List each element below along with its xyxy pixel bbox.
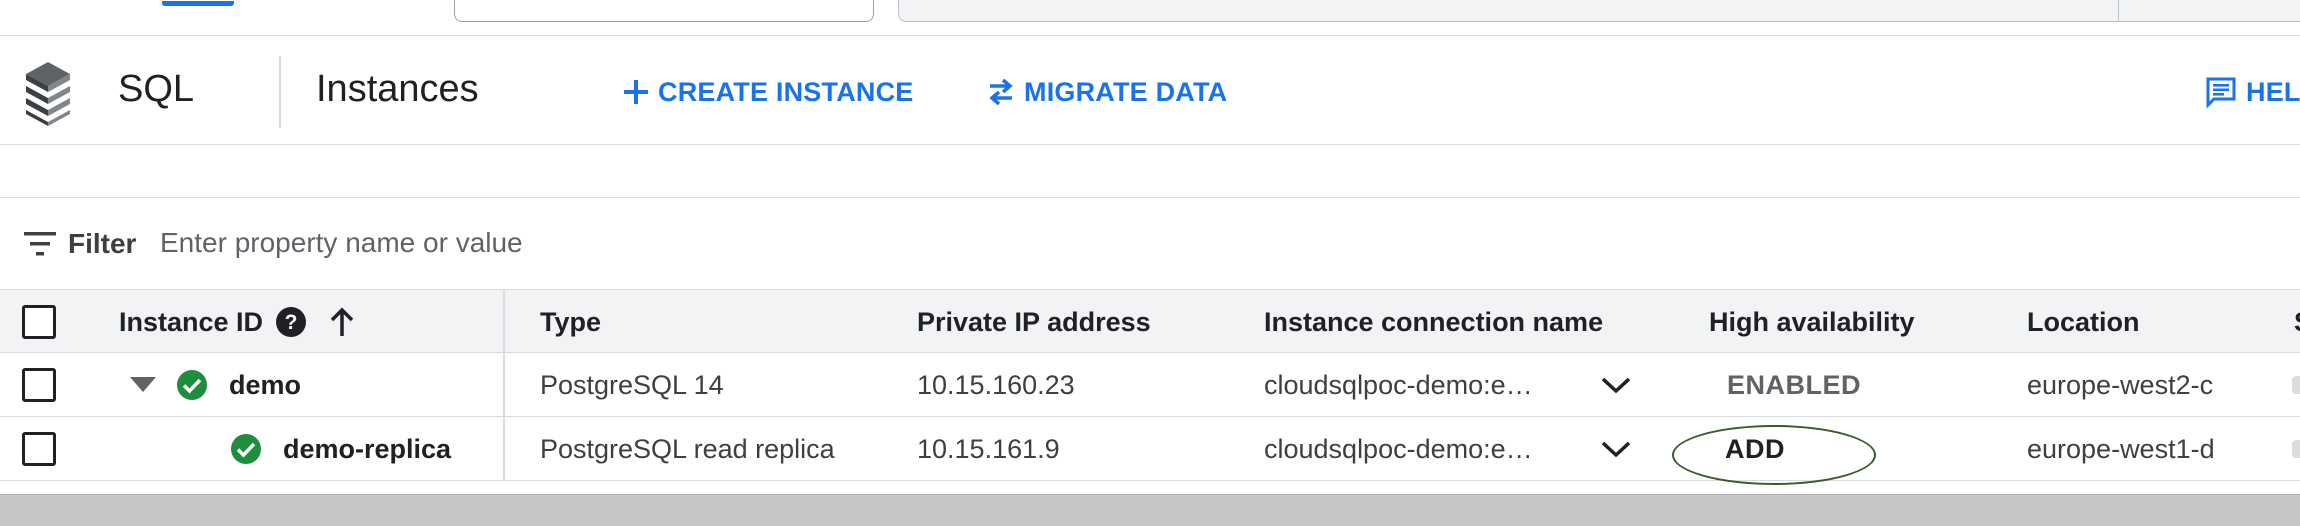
help-button[interactable]: HEL xyxy=(2204,72,2300,112)
instance-id-link[interactable]: demo xyxy=(229,353,301,417)
table-row[interactable]: demo PostgreSQL 14 10.15.160.23 cloudsql… xyxy=(0,353,2300,417)
chevron-down-icon[interactable] xyxy=(1600,375,1632,395)
column-header-high-availability[interactable]: High availability xyxy=(1709,290,1915,354)
status-chip xyxy=(2292,376,2300,394)
create-instance-button[interactable]: CREATE INSTANCE xyxy=(622,72,914,112)
top-bar xyxy=(0,0,2300,36)
column-header-location[interactable]: Location xyxy=(2027,290,2140,354)
connection-name: cloudsqlpoc-demo:e… xyxy=(1264,433,1533,464)
horizontal-scrollbar[interactable] xyxy=(0,494,2300,526)
check-circle-icon xyxy=(231,434,261,464)
connection-name: cloudsqlpoc-demo:e… xyxy=(1264,369,1533,400)
row-checkbox[interactable] xyxy=(22,368,56,402)
triangle-down-icon[interactable] xyxy=(130,377,156,393)
header-divider xyxy=(279,56,281,128)
arrow-up-icon[interactable] xyxy=(327,306,357,338)
column-header-private-ip[interactable]: Private IP address xyxy=(917,290,1151,354)
help-label: HEL xyxy=(2246,76,2300,107)
search-bar[interactable] xyxy=(898,0,2300,22)
table-row[interactable]: demo-replica PostgreSQL read replica 10.… xyxy=(0,417,2300,481)
annotation-ellipse xyxy=(1672,425,1876,485)
project-selector[interactable] xyxy=(454,0,874,22)
column-header-connection-name[interactable]: Instance connection name xyxy=(1264,290,1603,354)
migrate-data-button[interactable]: MIGRATE DATA xyxy=(986,72,1227,112)
select-all-checkbox[interactable] xyxy=(22,305,56,339)
page-header: SQL Instances CREATE INSTANCE MIGRATE DA… xyxy=(0,36,2300,145)
frozen-column-divider xyxy=(503,289,505,481)
sql-stack-icon xyxy=(26,62,70,126)
row-checkbox[interactable] xyxy=(22,432,56,466)
help-feedback-icon xyxy=(2206,77,2236,109)
filter-bar: Filter xyxy=(0,198,2300,289)
column-header-type[interactable]: Type xyxy=(540,290,601,354)
instance-id-link[interactable]: demo-replica xyxy=(283,417,451,481)
swap-arrows-icon xyxy=(989,78,1013,106)
page-title: Instances xyxy=(316,68,479,110)
search-bar-divider xyxy=(2118,0,2119,22)
instance-type: PostgreSQL 14 xyxy=(540,369,724,400)
svg-text:?: ? xyxy=(285,311,298,334)
chevron-down-icon[interactable] xyxy=(1600,439,1632,459)
product-name: SQL xyxy=(118,68,195,110)
create-instance-label: CREATE INSTANCE xyxy=(658,76,914,107)
filter-lines-icon xyxy=(24,232,56,256)
column-header-instance-id[interactable]: Instance ID xyxy=(119,307,263,338)
plus-icon xyxy=(624,80,648,104)
active-tab-indicator xyxy=(162,0,234,6)
column-header-status[interactable]: S xyxy=(2294,290,2300,354)
location: europe-west1-d xyxy=(2027,433,2215,464)
instance-type: PostgreSQL read replica xyxy=(540,433,835,464)
check-circle-icon xyxy=(177,370,207,400)
private-ip: 10.15.160.23 xyxy=(917,369,1075,400)
migrate-data-label: MIGRATE DATA xyxy=(1024,76,1228,107)
filter-label: Filter xyxy=(68,228,137,259)
private-ip: 10.15.161.9 xyxy=(917,433,1060,464)
help-circle-icon[interactable]: ? xyxy=(275,306,307,338)
table-header: Instance ID ? Type Private IP address In… xyxy=(0,289,2300,353)
location: europe-west2-c xyxy=(2027,369,2214,400)
filter-input[interactable] xyxy=(160,222,1060,264)
info-band xyxy=(0,146,2300,198)
high-availability-status: ENABLED xyxy=(1727,369,1862,400)
status-chip xyxy=(2292,440,2300,458)
